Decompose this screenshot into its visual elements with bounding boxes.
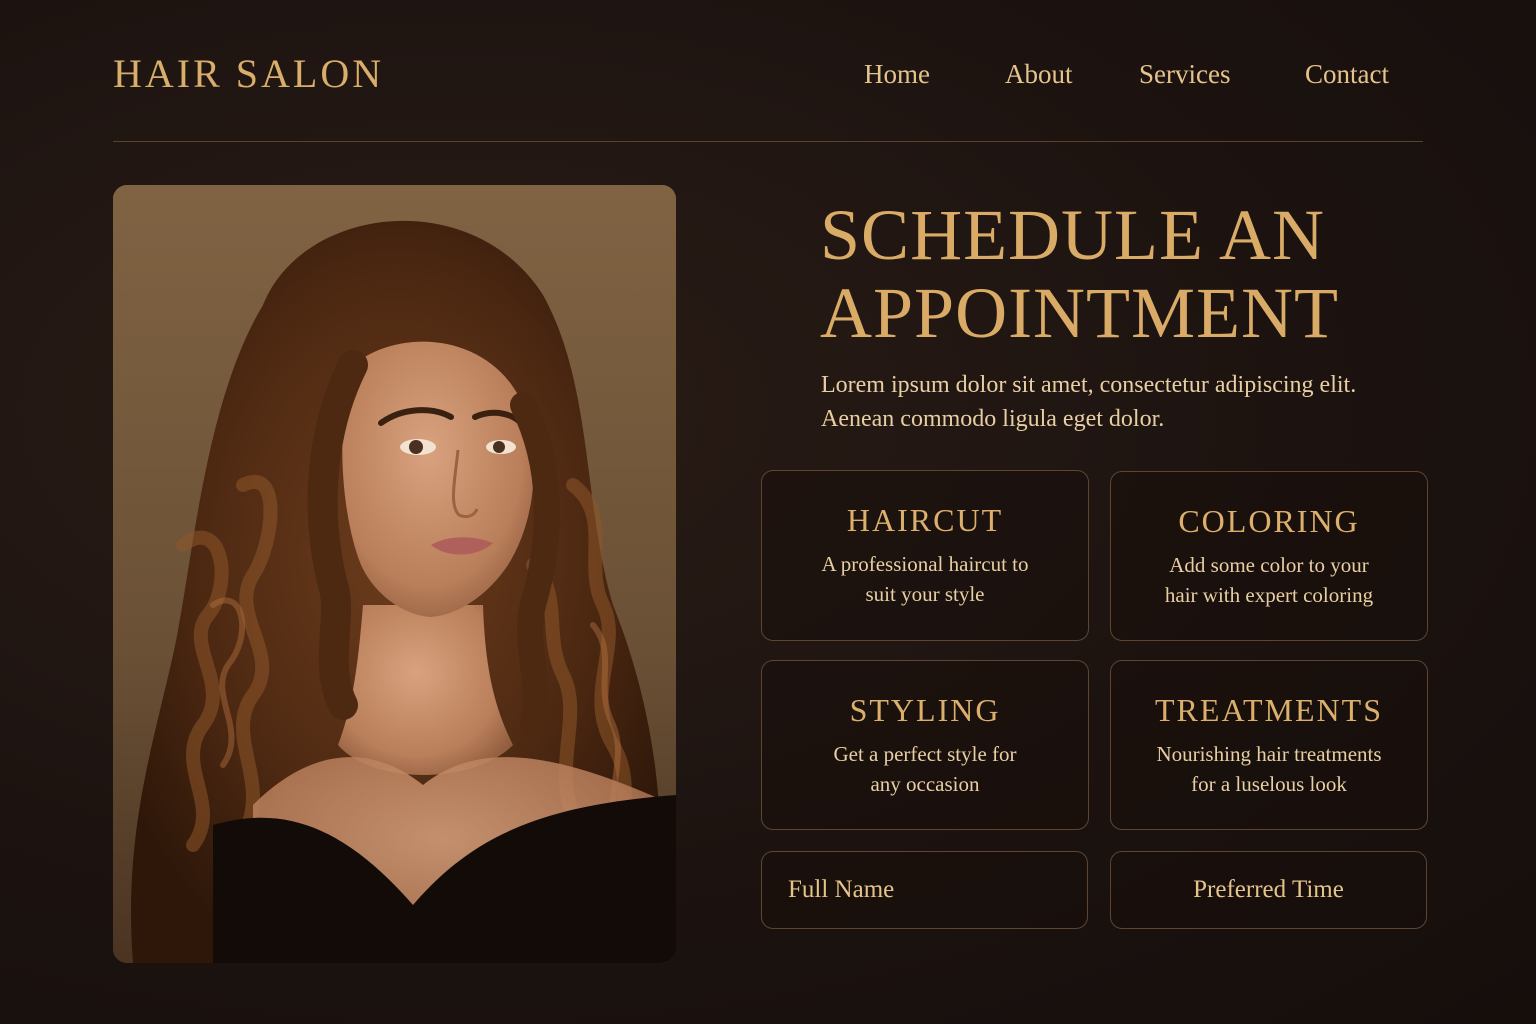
service-card-title: HAIRCUT (846, 502, 1004, 538)
service-card-treatments[interactable]: TREATMENTS Nourishing hair treatments fo… (1110, 660, 1428, 830)
service-card-desc-line: Nourishing hair treatments (1156, 742, 1382, 766)
intro-line-1: Lorem ipsum dolor sit amet, consectetur … (821, 372, 1357, 398)
service-card-description: A professional haircut to suit your styl… (790, 549, 1060, 609)
service-card-description: Add some color to your hair with expert … (1134, 550, 1404, 610)
service-card-description: Get a perfect style for any occasion (790, 739, 1060, 799)
service-card-styling[interactable]: STYLING Get a perfect style for any occa… (761, 660, 1089, 830)
header-divider (113, 141, 1423, 142)
intro-line-2: Aenean commodo ligula eget dolor. (821, 406, 1165, 432)
service-card-title: STYLING (849, 692, 1001, 728)
service-card-desc-line: A professional haircut to (821, 552, 1029, 576)
page-title-line-2: APPOINTMENT (820, 273, 1340, 353)
nav-link-home[interactable]: Home (864, 54, 930, 94)
service-card-desc-line: any occasion (870, 772, 980, 796)
service-card-haircut[interactable]: HAIRCUT A professional haircut to suit y… (761, 470, 1089, 641)
service-card-description: Nourishing hair treatments for a luselou… (1134, 739, 1404, 799)
nav-link-services[interactable]: Services (1139, 54, 1230, 94)
hero-portrait-image (113, 185, 676, 963)
full-name-input[interactable] (761, 851, 1088, 929)
preferred-time-input[interactable] (1110, 851, 1427, 929)
main-nav: Home About Services Contact (0, 54, 1536, 94)
service-card-desc-line: hair with expert coloring (1164, 583, 1374, 607)
service-card-desc-line: suit your style (865, 582, 985, 606)
service-card-coloring[interactable]: COLORING Add some color to your hair wit… (1110, 471, 1428, 641)
service-card-desc-line: for a luselous look (1191, 772, 1347, 796)
service-card-desc-line: Get a perfect style for (833, 742, 1017, 766)
nav-link-about[interactable]: About (1005, 54, 1073, 94)
page-title: SCHEDULE AN APPOINTMENT (820, 196, 1460, 352)
page-title-line-1: SCHEDULE AN (820, 195, 1326, 275)
service-card-desc-line: Add some color to your (1169, 553, 1369, 577)
nav-link-contact[interactable]: Contact (1305, 54, 1389, 94)
service-card-title: TREATMENTS (1155, 692, 1383, 728)
intro-text: Lorem ipsum dolor sit amet, consectetur … (821, 368, 1441, 436)
service-card-title: COLORING (1178, 503, 1360, 539)
